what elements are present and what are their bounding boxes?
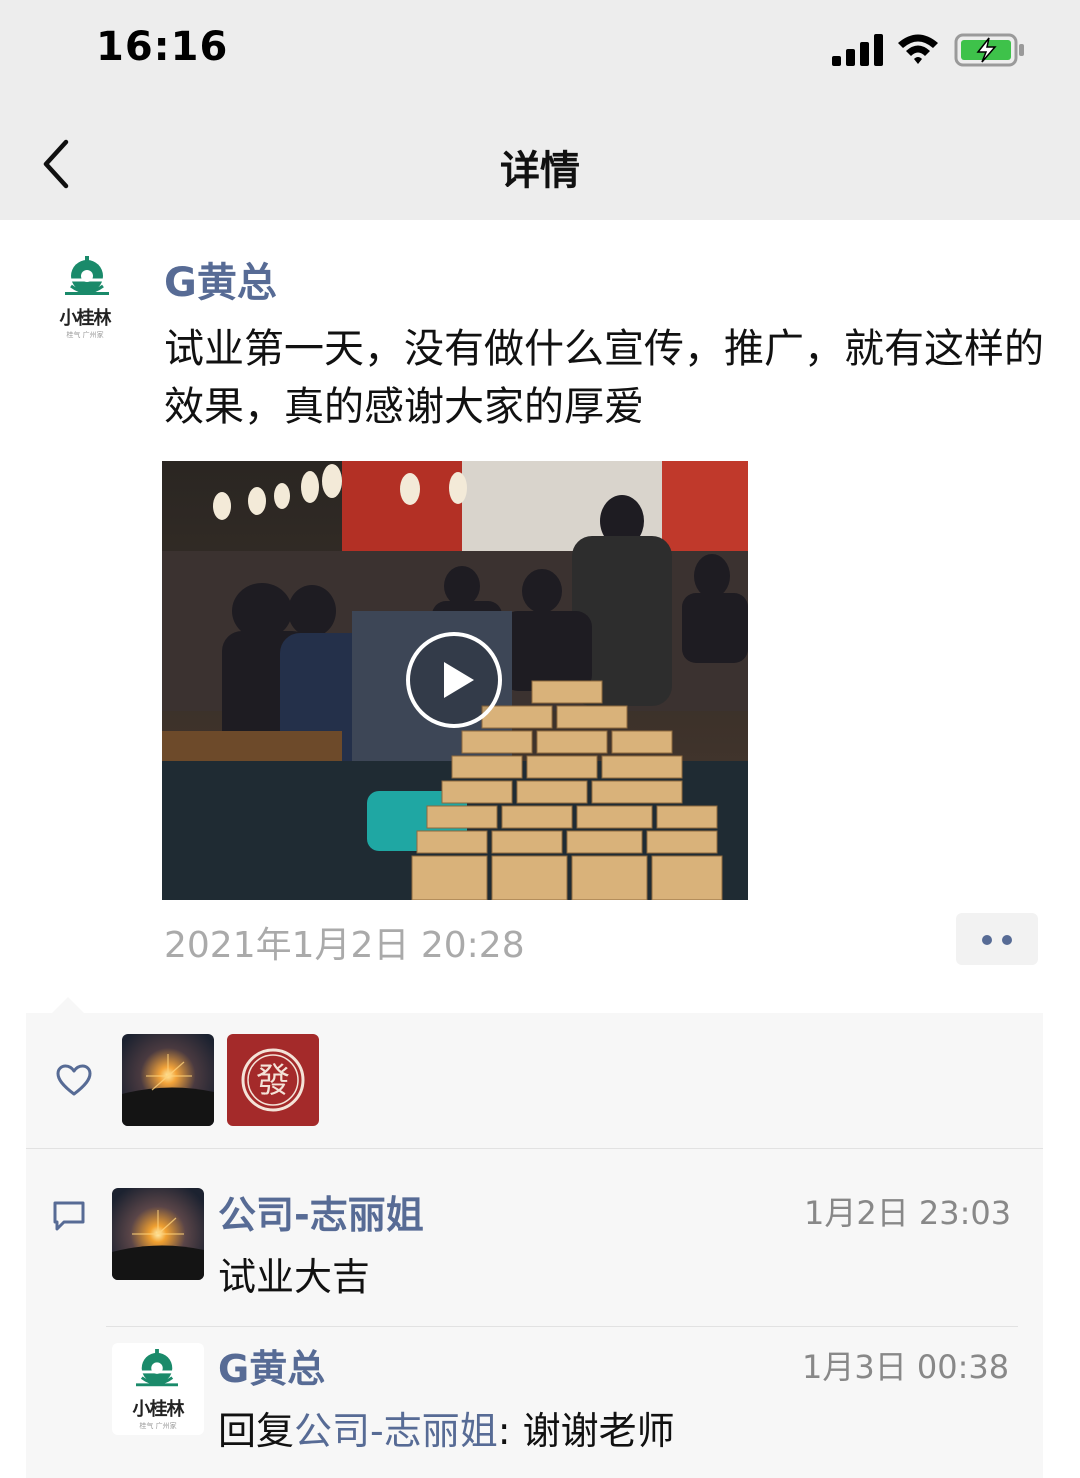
post-text: 试业第一天，没有做什么宣传，推广，就有这样的效果，真的感谢大家的厚爱 (164, 326, 1044, 430)
reply-author-avatar[interactable]: 小桂林 桂气 广州家 (112, 1343, 204, 1435)
battery-charging-icon (954, 33, 1024, 67)
post-timestamp: 2021年1月2日 20:28 (164, 925, 525, 966)
play-icon[interactable] (404, 630, 504, 730)
reply-prefix: 回复 (218, 1409, 295, 1453)
brand-logo-icon (136, 1349, 178, 1387)
heart-icon (56, 1064, 92, 1096)
comment-text: 试业大吉 (218, 1255, 371, 1299)
fa-glyph: 發 (256, 1061, 290, 1101)
reply-message: 谢谢老师 (522, 1409, 675, 1453)
comment-author[interactable]: 公司-志丽姐 (218, 1184, 424, 1239)
author-avatar[interactable]: 小桂林 桂气 广州家 (48, 254, 122, 344)
liker-avatar-sunset[interactable] (122, 1034, 214, 1126)
page-title: 详情 (500, 148, 580, 194)
reply-to-name[interactable]: 公司-志丽姐 (294, 1409, 498, 1453)
brand-subtitle: 桂气 广州家 (66, 331, 104, 339)
post-author-name[interactable]: G黄总 (164, 250, 277, 308)
comment-icon (53, 1201, 85, 1231)
reply-time: 1月3日 00:38 (802, 1348, 1010, 1386)
status-time: 16:16 (96, 24, 229, 70)
likes-divider (26, 1148, 1043, 1149)
wifi-icon (898, 34, 938, 64)
brand-subtitle: 桂气 广州家 (139, 1422, 177, 1430)
reply-text: 回复公司-志丽姐: 谢谢老师 (218, 1400, 675, 1455)
more-actions-button[interactable] (956, 913, 1038, 965)
brand-name: 小桂林 (59, 308, 112, 329)
comment-divider (106, 1326, 1018, 1327)
fa-seal-icon: 發 (241, 1048, 305, 1112)
comment-avatar-sunset[interactable] (112, 1188, 204, 1280)
cellular-signal-icon (832, 34, 883, 66)
brand-logo-icon (65, 256, 109, 295)
dot-icon (1002, 935, 1012, 945)
reply-author[interactable]: G黄总 (218, 1338, 325, 1393)
liker-avatar-fa[interactable]: 發 (227, 1034, 319, 1126)
dot-icon (982, 935, 992, 945)
brand-name: 小桂林 (132, 1399, 185, 1420)
comment-time: 1月2日 23:03 (804, 1194, 1012, 1232)
reply-separator: : (497, 1409, 523, 1453)
panel-pointer (52, 997, 84, 1013)
